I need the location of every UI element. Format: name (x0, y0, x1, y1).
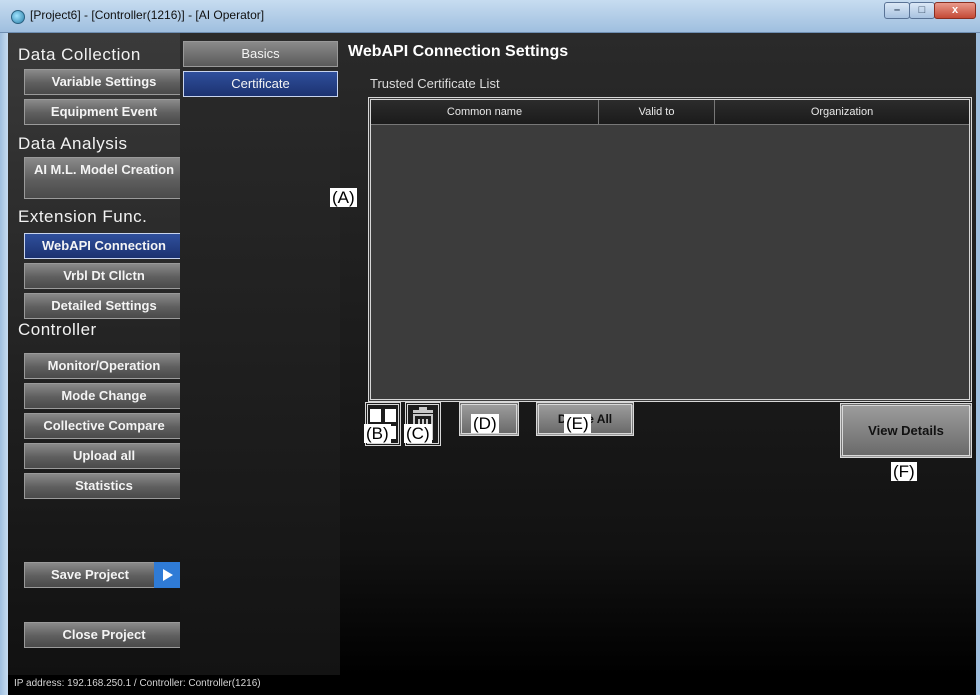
sidebar-item-collective-compare[interactable]: Collective Compare (24, 413, 184, 439)
callout-c: (C) (404, 424, 432, 443)
column-organization[interactable]: Organization (715, 100, 969, 124)
sidebar-item-equipment-event[interactable]: Equipment Event (24, 99, 184, 125)
status-bar: IP address: 192.168.250.1 / Controller: … (8, 675, 976, 695)
callout-a: (A) (330, 188, 357, 207)
sidebar-item-webapi-connection[interactable]: WebAPI Connection (24, 233, 184, 259)
page-title: WebAPI Connection Settings (348, 43, 569, 60)
window-titlebar: [Project6] - [Controller(1216)] - [AI Op… (0, 0, 980, 33)
callout-d: (D) (471, 414, 499, 433)
window-frame-left (0, 33, 8, 695)
sub-tabs: Basics Certificate (180, 33, 340, 675)
minimize-button[interactable]: – (884, 2, 910, 19)
sidebar-item-upload-all[interactable]: Upload all (24, 443, 184, 469)
view-details-button[interactable]: View Details (840, 403, 972, 458)
save-project-button[interactable]: Save Project (24, 562, 156, 588)
column-valid-to[interactable]: Valid to (599, 100, 715, 124)
save-project-arrow-button[interactable] (154, 562, 180, 588)
maximize-button[interactable]: □ (909, 2, 935, 19)
section-extension-func: Extension Func. (18, 207, 148, 226)
close-window-button[interactable]: x (934, 2, 976, 19)
app-icon (11, 10, 25, 24)
play-arrow-icon (163, 569, 173, 581)
tab-basics[interactable]: Basics (183, 41, 338, 67)
tab-certificate[interactable]: Certificate (183, 71, 338, 97)
callout-e: (E) (564, 414, 591, 433)
window-frame-right (976, 33, 980, 695)
sidebar-item-detailed-settings[interactable]: Detailed Settings (24, 293, 184, 319)
sidebar-item-variable-settings[interactable]: Variable Settings (24, 69, 184, 95)
sidebar-item-monitor-operation[interactable]: Monitor/Operation (24, 353, 184, 379)
main-panel: WebAPI Connection Settings Trusted Certi… (340, 33, 976, 675)
sidebar-item-statistics[interactable]: Statistics (24, 473, 184, 499)
section-data-analysis: Data Analysis (18, 134, 128, 153)
section-controller: Controller (18, 320, 97, 339)
certificate-list-label: Trusted Certificate List (370, 76, 500, 91)
sidebar-item-mode-change[interactable]: Mode Change (24, 383, 184, 409)
status-text: IP address: 192.168.250.1 / Controller: … (14, 678, 261, 689)
section-data-collection: Data Collection (18, 45, 141, 64)
callout-b: (B) (364, 424, 391, 443)
callout-f: (F) (891, 462, 917, 481)
certificate-table[interactable]: Common name Valid to Organization (368, 97, 972, 402)
table-header: Common name Valid to Organization (371, 100, 969, 125)
sidebar: Data Collection Variable Settings Equipm… (8, 33, 184, 675)
column-common-name[interactable]: Common name (371, 100, 599, 124)
sidebar-item-vrbl-dt-cllctn[interactable]: Vrbl Dt Cllctn (24, 263, 184, 289)
window-title: [Project6] - [Controller(1216)] - [AI Op… (30, 8, 265, 22)
close-project-button[interactable]: Close Project (24, 622, 184, 648)
sidebar-item-ai-model-creation[interactable]: AI M.L. Model Creation (24, 157, 184, 199)
